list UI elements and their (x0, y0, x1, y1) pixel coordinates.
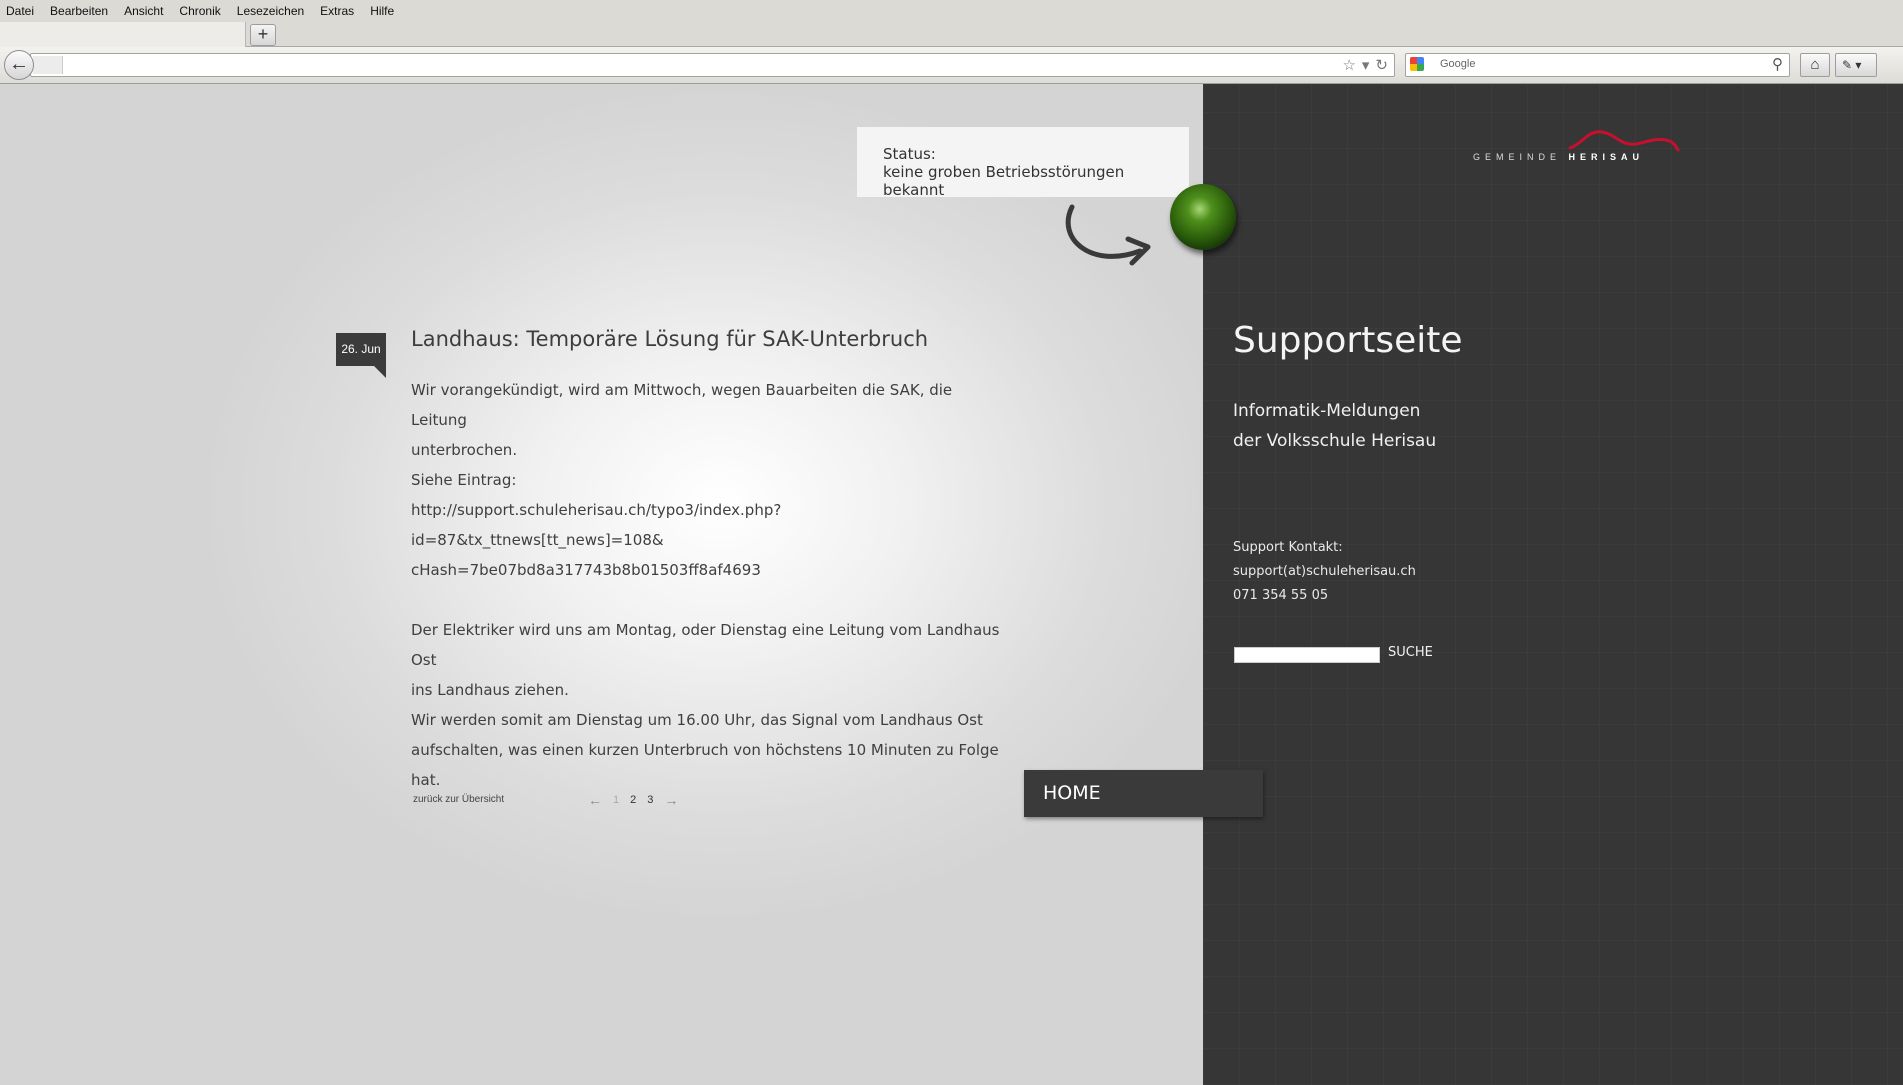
article-line: Siehe Eintrag: (411, 471, 517, 489)
page-3[interactable]: 3 (647, 794, 653, 806)
logo-prefix: GEMEINDE (1473, 152, 1562, 162)
menu-bar: Datei Bearbeiten Ansicht Chronik Lesezei… (0, 0, 1903, 22)
history-dropdown-icon[interactable]: ▾ (1362, 56, 1370, 74)
next-page-arrow-icon[interactable]: → (664, 792, 678, 808)
article-line: Wir vorangekündigt, wird am Mittwoch, we… (411, 381, 953, 429)
back-arrow-icon: ← (9, 53, 29, 75)
site-subtitle: Informatik-Meldungen der Volksschule Her… (1233, 396, 1436, 456)
contact-label: Support Kontakt: (1233, 540, 1343, 555)
back-to-overview-link[interactable]: zurück zur Übersicht (413, 794, 504, 805)
menu-extras[interactable]: Extras (320, 4, 364, 18)
google-icon (1410, 57, 1424, 71)
article-link[interactable]: http://support.schuleherisau.ch/typo3/in… (411, 495, 1011, 555)
article-link[interactable]: cHash=7be07bd8a317743b8b01503ff8af4693 (411, 555, 1011, 585)
pagination: ← 1 2 3 → (588, 792, 678, 808)
article-body: Wir vorangekündigt, wird am Mittwoch, we… (411, 375, 1011, 795)
bookmark-star-icon[interactable]: ☆ (1342, 56, 1355, 74)
article-line: Wir werden somit am Dienstag um 16.00 Uh… (411, 711, 983, 729)
menu-datei[interactable]: Datei (6, 4, 44, 18)
article-line: ins Landhaus ziehen. (411, 681, 569, 699)
back-button[interactable]: ← (4, 50, 34, 80)
status-light (1170, 184, 1236, 250)
url-bar-icons: ☆ ▾ ↻ (1342, 56, 1388, 74)
new-tab-button[interactable]: + (250, 24, 276, 46)
url-bar[interactable]: ☆ ▾ ↻ (30, 53, 1395, 77)
status-text: keine groben Betriebsstörungen bekannt (883, 163, 1125, 199)
menu-chronik[interactable]: Chronik (179, 4, 230, 18)
article-title: Landhaus: Temporäre Lösung für SAK-Unter… (411, 327, 929, 351)
site-title: Supportseite (1233, 320, 1463, 361)
prev-page-arrow-icon[interactable]: ← (588, 792, 602, 808)
support-contact: Support Kontakt: support(at)schuleherisa… (1233, 536, 1416, 608)
logo-text: GEMEINDE HERISAU (1473, 152, 1644, 162)
status-box: Status: keine groben Betriebsstörungen b… (857, 127, 1189, 199)
menu-ansicht[interactable]: Ansicht (124, 4, 173, 18)
nav-home[interactable]: HOME (1024, 770, 1263, 817)
contact-email[interactable]: support(at)schuleherisau.ch (1233, 560, 1416, 584)
article-line: aufschalten, was einen kurzen Unterbruch… (411, 741, 999, 789)
search-placeholder: Google (1440, 58, 1476, 70)
page-1[interactable]: 1 (613, 794, 619, 806)
page-2[interactable]: 2 (630, 794, 636, 806)
article-line: unterbrochen. (411, 441, 518, 459)
browser-tab[interactable] (0, 22, 246, 47)
herisau-logo-icon (1568, 130, 1680, 152)
status-label: Status: (883, 145, 936, 163)
search-engine-selector[interactable] (1410, 57, 1432, 73)
home-icon: ⌂ (1810, 56, 1820, 73)
site-identity-icon[interactable] (33, 56, 63, 74)
site-search-input[interactable] (1234, 647, 1380, 663)
subtitle-line-1: Informatik-Meldungen (1233, 401, 1421, 421)
menu-hilfe[interactable]: Hilfe (370, 4, 404, 18)
tab-strip: + (0, 22, 1903, 47)
menu-lesezeichen[interactable]: Lesezeichen (237, 4, 314, 18)
puzzle-icon: ✎ ▾ (1842, 58, 1862, 72)
subtitle-line-2: der Volksschule Herisau (1233, 431, 1437, 451)
magnifier-icon[interactable]: ⚲ (1772, 55, 1783, 73)
extensions-button[interactable]: ✎ ▾ (1835, 53, 1877, 77)
search-button[interactable]: SUCHE (1388, 645, 1433, 660)
logo-name: HERISAU (1568, 152, 1645, 162)
reload-icon[interactable]: ↻ (1375, 56, 1388, 74)
navigation-toolbar: ☆ ▾ ↻ ← Google ⚲ ⌂ ✎ ▾ (0, 47, 1903, 84)
news-article: Landhaus: Temporäre Lösung für SAK-Unter… (411, 325, 1011, 795)
home-button[interactable]: ⌂ (1800, 53, 1830, 77)
contact-phone: 071 354 55 05 (1233, 588, 1329, 603)
search-bar[interactable]: Google ⚲ (1405, 53, 1790, 77)
article-line: Der Elektriker wird uns am Montag, oder … (411, 621, 1000, 669)
menu-bearbeiten[interactable]: Bearbeiten (50, 4, 118, 18)
date-badge: 26. Jun (336, 333, 386, 378)
curved-arrow-icon (1065, 204, 1151, 266)
